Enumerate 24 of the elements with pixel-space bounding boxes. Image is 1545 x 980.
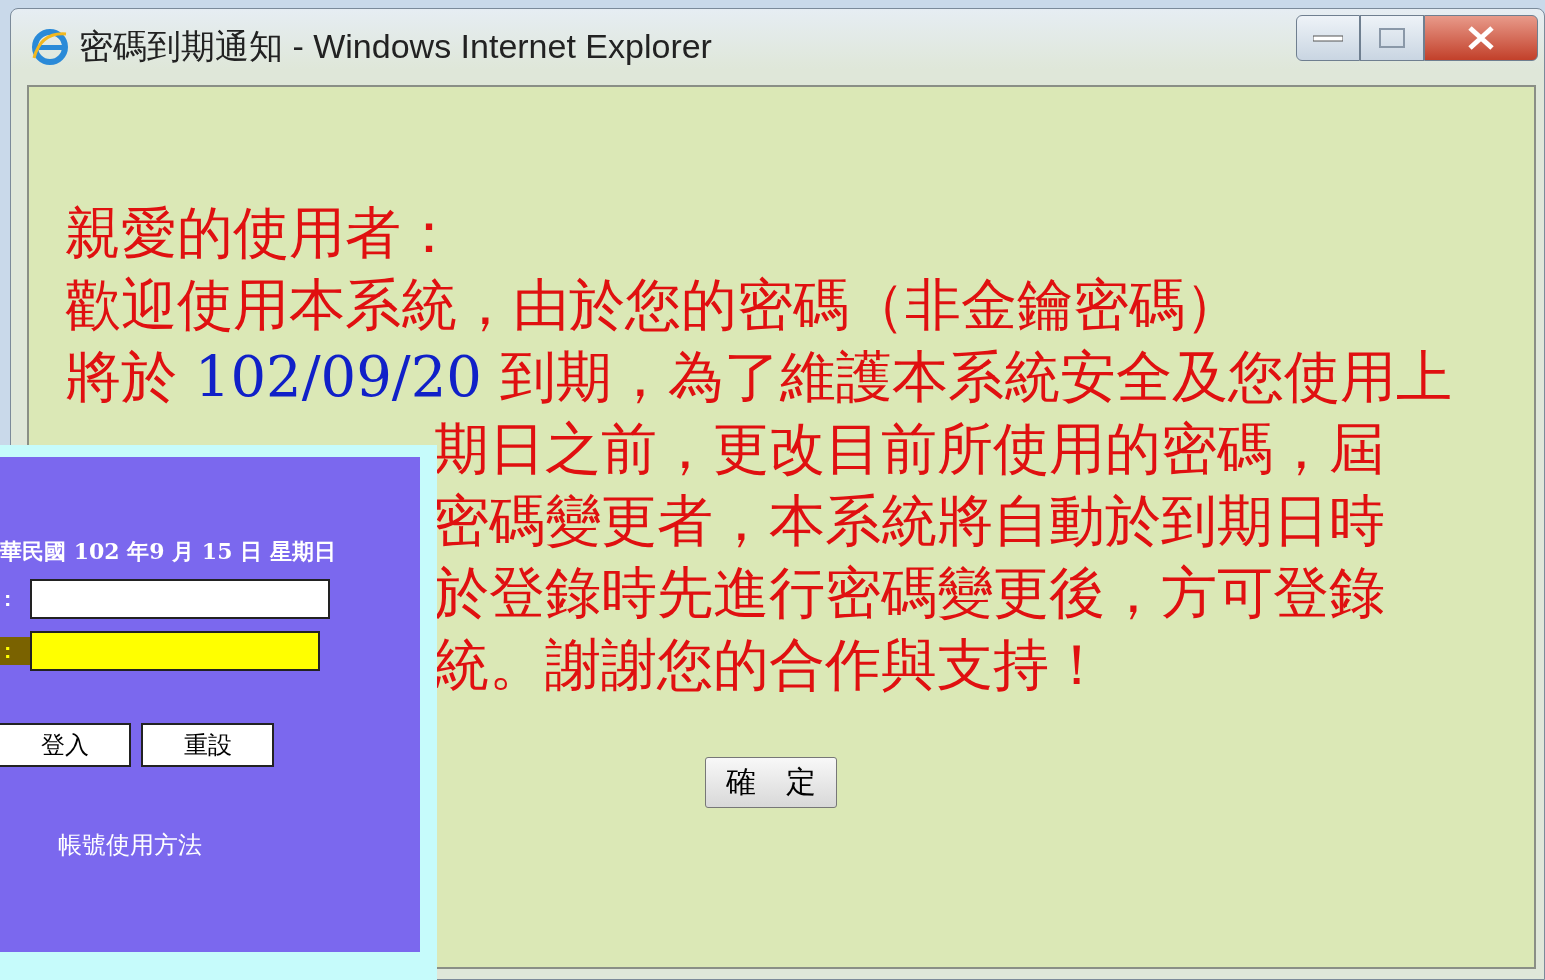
close-button[interactable] [1424,15,1538,61]
message-text: 統。謝謝您的合作與支持！ [433,631,1105,699]
message-text: 歡迎使用本系統，由於您的密碼（非金鑰密碼） [65,271,1242,339]
login-button[interactable]: 登入 [0,723,131,767]
message-text: 於登錄時先進行密碼變更後，方可登錄 [433,559,1385,627]
field-label: : [3,585,13,613]
message-text: 密碼變更者，本系統將自動於到期日時 [433,487,1385,555]
reset-button[interactable]: 重設 [141,723,274,767]
message-text: 將於 102/09/20 到期，為了維護本系統安全及您使用上 [65,343,1453,411]
confirm-button[interactable]: 確 定 [705,757,837,808]
minimize-button[interactable] [1296,15,1360,61]
close-icon [1467,25,1495,51]
input-field[interactable] [30,631,320,671]
field-label: : [0,637,30,665]
help-link[interactable]: 帳號使用方法 [58,829,202,861]
maximize-button[interactable] [1360,15,1424,61]
message-text: 期日之前，更改目前所使用的密碼，屆 [433,415,1385,483]
browser-logo-icon [31,28,69,66]
greeting-text: 親愛的使用者： [65,199,458,267]
window-title: 密碼到期通知 - Windows Internet Explorer [79,26,713,67]
input-field[interactable] [30,579,330,619]
date-text: 華民國 102 年9 月 15 日 星期日 [0,537,337,566]
minimize-icon [1313,34,1343,42]
maximize-icon [1379,28,1405,48]
